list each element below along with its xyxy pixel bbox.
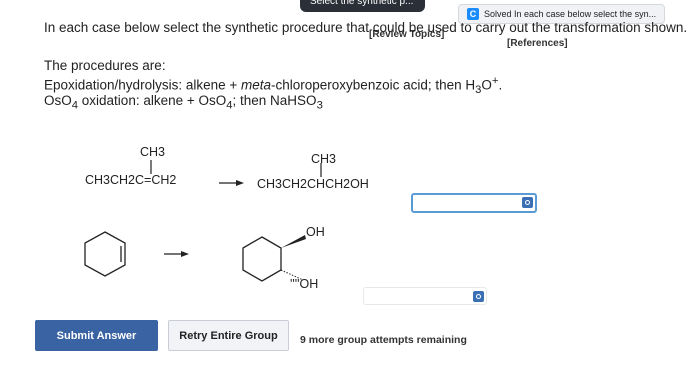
select-radio-icon[interactable] xyxy=(522,197,533,208)
select-radio-icon[interactable] xyxy=(473,291,484,302)
attempts-remaining-text: 9 more group attempts remaining xyxy=(300,334,467,346)
cyclohexene-structure xyxy=(84,231,126,277)
answer-select-2[interactable] xyxy=(363,287,487,305)
product-1-formula: CH3CH2CHCH2OH xyxy=(257,177,369,191)
submit-answer-button[interactable]: Submit Answer xyxy=(35,320,158,351)
product-2-oh-bottom: ''''OH xyxy=(290,277,319,291)
product-1-methyl: CH3 xyxy=(311,152,337,166)
product-2-oh-top: OH xyxy=(306,225,325,239)
cyclohexanediol-structure xyxy=(242,236,282,282)
answer-select-1[interactable] xyxy=(411,193,537,213)
retry-entire-group-button[interactable]: Retry Entire Group xyxy=(168,320,289,351)
